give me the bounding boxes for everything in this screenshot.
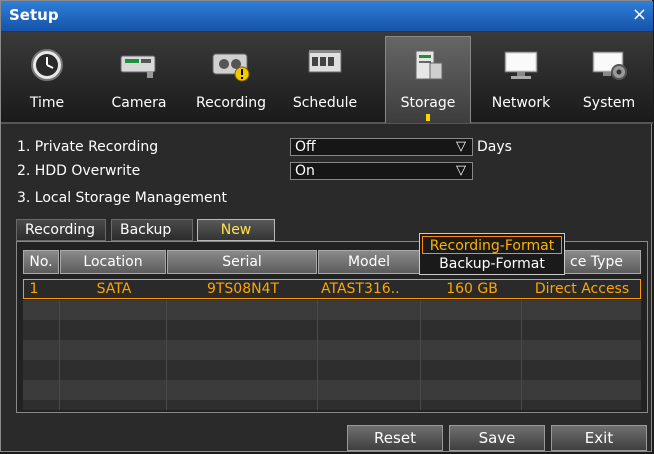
column-header-serial: Serial	[167, 250, 317, 274]
exit-button[interactable]: Exit	[551, 425, 647, 451]
tab-label: Network	[491, 95, 551, 111]
table-row[interactable]	[23, 360, 641, 380]
cell-capacity: 160 GB	[446, 281, 498, 297]
private-recording-select[interactable]: Off ▽	[290, 138, 473, 156]
column-header-no: No.	[23, 250, 59, 274]
cell-device-type: Direct Access	[534, 281, 630, 297]
days-label: Days	[477, 139, 512, 155]
table-row[interactable]	[23, 320, 641, 340]
tab-system[interactable]: System	[567, 40, 651, 120]
column-divider	[420, 300, 421, 410]
menu-item-backup-format[interactable]: Backup-Format	[422, 255, 562, 273]
table-row[interactable]	[23, 380, 641, 400]
column-divider	[59, 300, 60, 410]
clock-icon	[31, 49, 63, 81]
column-header-location: Location	[60, 250, 166, 274]
tab-label: Time	[29, 95, 65, 111]
tab-label: Camera	[111, 95, 167, 111]
local-storage-label: 3. Local Storage Management	[17, 190, 227, 206]
close-icon[interactable]: ×	[632, 4, 647, 26]
save-button[interactable]: Save	[449, 425, 545, 451]
cell-location: SATA	[96, 281, 132, 297]
tab-time[interactable]: Time	[5, 40, 89, 120]
subtab-backup[interactable]: Backup	[111, 219, 193, 241]
storage-icon	[415, 50, 443, 80]
monitor-icon	[504, 51, 538, 79]
menu-item-recording-format[interactable]: Recording-Format	[422, 236, 562, 254]
column-divider	[521, 300, 522, 410]
tab-label: Recording	[195, 95, 267, 111]
title-bar: Setup ×	[1, 1, 653, 32]
column-divider	[166, 300, 167, 410]
chevron-down-icon: ▽	[456, 163, 466, 178]
table-row[interactable]	[23, 340, 641, 360]
private-recording-value: Off	[295, 139, 316, 155]
camera-icon	[120, 55, 156, 78]
tab-storage[interactable]: Storage	[385, 36, 471, 123]
format-menu: Recording-Format Backup-Format	[419, 233, 565, 275]
tab-camera[interactable]: Camera	[97, 40, 181, 120]
hdd-overwrite-value: On	[295, 163, 315, 179]
tab-label: System	[582, 95, 636, 111]
window-title: Setup	[9, 6, 59, 24]
system-gear-icon	[592, 51, 627, 80]
reset-button[interactable]: Reset	[347, 425, 443, 451]
subtab-recording[interactable]: Recording	[16, 219, 106, 241]
cell-model: ATAST316..	[321, 281, 400, 297]
category-tabs: Time Camera Recording Schedule Storage N…	[1, 32, 653, 124]
table-row[interactable]	[23, 400, 641, 410]
tab-label: Schedule	[292, 95, 358, 111]
column-header-model: Model	[318, 250, 420, 274]
tab-network[interactable]: Network	[479, 40, 563, 120]
column-divider	[317, 300, 318, 410]
calendar-icon	[308, 50, 342, 73]
active-tab-indicator	[426, 114, 430, 121]
setup-window: Setup × Time Camera Recording Schedule S…	[0, 0, 653, 452]
tab-recording[interactable]: Recording	[189, 40, 273, 120]
table-row[interactable]	[23, 300, 641, 320]
subtab-new[interactable]: New	[197, 219, 275, 241]
chevron-down-icon: ▽	[456, 139, 466, 154]
private-recording-label: 1. Private Recording	[17, 139, 159, 155]
tab-schedule[interactable]: Schedule	[283, 40, 367, 120]
cell-no: 1	[29, 281, 39, 297]
hdd-overwrite-select[interactable]: On ▽	[290, 162, 473, 180]
table-row[interactable]: 1 SATA 9TS08N4T ATAST316.. 160 GB Direct…	[23, 279, 641, 299]
recorder-icon	[212, 53, 250, 82]
cell-serial: 9TS08N4T	[206, 281, 280, 297]
hdd-overwrite-label: 2. HDD Overwrite	[17, 163, 141, 179]
tab-label: Storage	[400, 95, 456, 111]
